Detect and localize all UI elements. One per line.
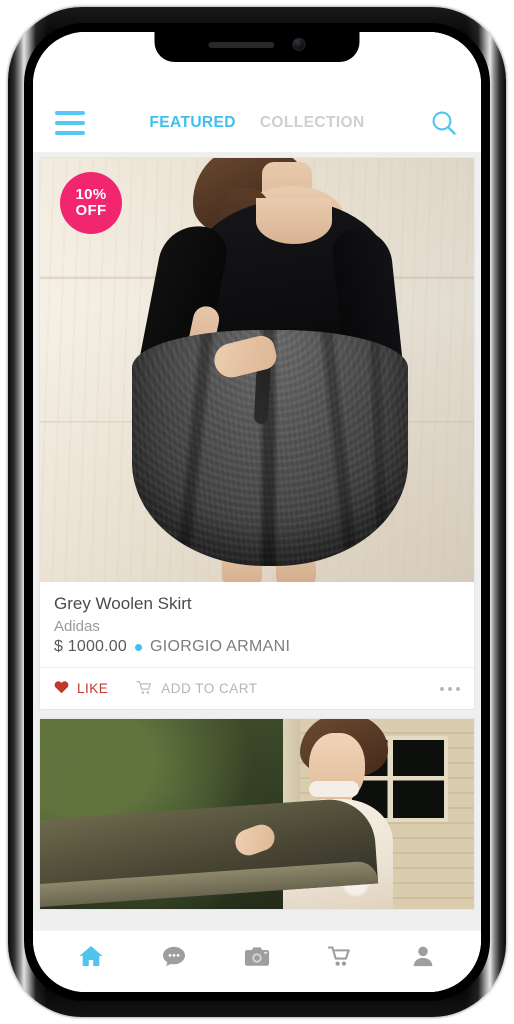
product-title: Grey Woolen Skirt (54, 594, 192, 613)
model-neckline (256, 198, 332, 244)
home-icon (78, 944, 104, 971)
hamburger-bar (55, 121, 85, 125)
like-button[interactable]: LIKE (54, 680, 108, 697)
shopping-cart-icon (327, 945, 353, 971)
nav-profile-button[interactable] (403, 941, 443, 975)
product-image[interactable]: 10% OFF (40, 158, 474, 582)
model-choker (309, 781, 360, 797)
bottom-navigation-bar (33, 930, 481, 992)
app-header: FEATURED COLLECTION (33, 94, 481, 152)
search-icon[interactable] (429, 108, 459, 138)
nav-camera-button[interactable] (237, 941, 277, 975)
tab-collection[interactable]: COLLECTION (260, 114, 365, 132)
product-card[interactable]: 10% OFF Grey Woolen Skirt Adidas $ 1000.… (39, 157, 475, 710)
product-actions: LIKE ADD TO CART (40, 667, 474, 709)
nav-chat-button[interactable] (154, 941, 194, 975)
phone-mockup: FEATURED COLLECTION 10% OFF Grey Woolen … (0, 0, 514, 1024)
header-tabs: FEATURED COLLECTION (85, 114, 429, 132)
more-options-icon[interactable] (440, 686, 460, 691)
phone-frame: FEATURED COLLECTION 10% OFF Grey Woolen … (8, 7, 506, 1017)
like-label: LIKE (77, 681, 109, 696)
chat-bubble-icon (162, 945, 186, 970)
product-brand: Adidas (54, 618, 100, 635)
hamburger-bar (55, 131, 85, 135)
profile-icon (412, 945, 434, 970)
separator-dot-icon (134, 643, 142, 651)
product-card[interactable] (39, 718, 475, 910)
more-dot (440, 686, 444, 691)
product-designer: GIORGIO ARMANI (149, 638, 291, 655)
discount-percent: 10% (75, 186, 107, 204)
heart-icon (54, 680, 69, 697)
phone-screen: FEATURED COLLECTION 10% OFF Grey Woolen … (33, 32, 481, 992)
phone-notch (154, 32, 360, 62)
discount-badge[interactable]: 10% OFF (60, 172, 122, 234)
product-price-row: $ 1000.00 GIORGIO ARMANI (54, 638, 460, 656)
app-container: FEATURED COLLECTION 10% OFF Grey Woolen … (33, 32, 481, 992)
product-price: $ 1000.00 (54, 638, 127, 655)
front-camera-icon (292, 38, 306, 51)
discount-off-label: OFF (75, 202, 107, 219)
hamburger-menu-icon[interactable] (55, 111, 85, 135)
more-dot (456, 686, 460, 691)
product-feed[interactable]: 10% OFF Grey Woolen Skirt Adidas $ 1000.… (33, 152, 481, 930)
camera-icon (244, 946, 270, 970)
shopping-cart-icon (136, 680, 153, 698)
tab-featured[interactable]: FEATURED (149, 114, 235, 132)
nav-home-button[interactable] (71, 941, 111, 975)
more-dot (448, 686, 452, 691)
speaker-grille-icon (208, 41, 275, 48)
hamburger-bar (55, 111, 85, 115)
phone-bezel: FEATURED COLLECTION 10% OFF Grey Woolen … (24, 23, 490, 1001)
add-to-cart-button[interactable]: ADD TO CART (136, 680, 257, 698)
product-image[interactable] (40, 719, 474, 909)
nav-cart-button[interactable] (320, 941, 360, 975)
add-to-cart-label: ADD TO CART (161, 681, 258, 696)
product-info: Grey Woolen Skirt Adidas $ 1000.00 GIORG… (40, 582, 474, 667)
